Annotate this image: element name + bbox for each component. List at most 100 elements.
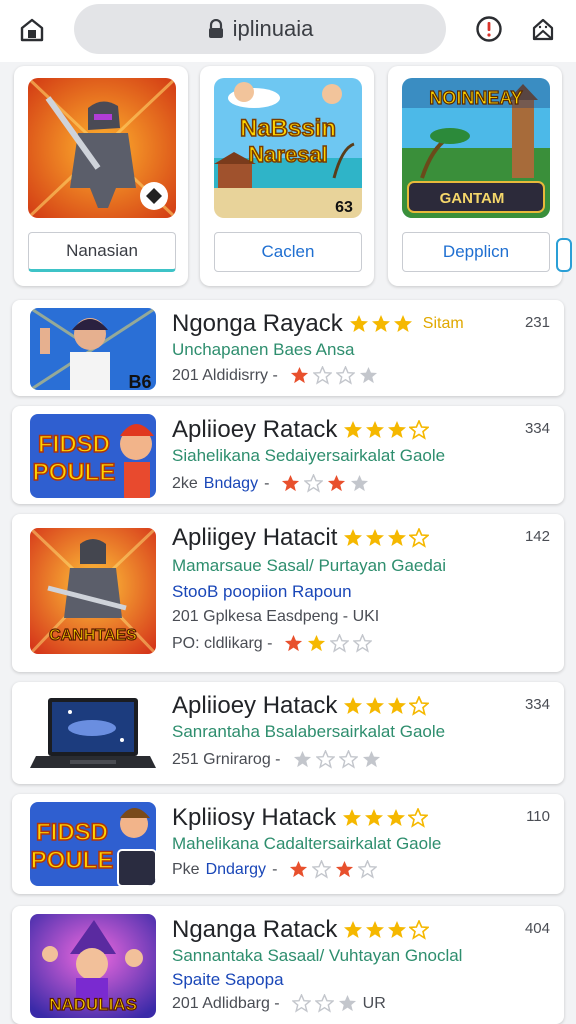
star-icon xyxy=(338,750,358,769)
list-meta-sep: - xyxy=(272,860,278,878)
list-count: 404 xyxy=(524,920,550,937)
star-icon xyxy=(330,634,350,653)
list-publisher-link[interactable]: Spaite Sapopa xyxy=(172,970,284,990)
list-subtitle: Siahelikana Sedaiyersairkalat Gaole xyxy=(172,446,446,465)
user-rating-stars[interactable] xyxy=(293,750,381,769)
star-icon xyxy=(409,420,430,440)
star-icon xyxy=(335,366,355,385)
address-bar[interactable]: iplinuaia xyxy=(74,4,446,54)
star-icon xyxy=(388,529,407,546)
featured-card-2[interactable]: NaBssin Naresal 63 Caclen xyxy=(200,66,374,286)
star-icon xyxy=(388,421,407,438)
rating-stars xyxy=(343,528,430,548)
list-meta-text: 2ke xyxy=(172,474,198,492)
list-title-line: Apliioey Hatack xyxy=(172,692,430,720)
url-text: iplinuaia xyxy=(232,16,314,41)
rating-stars xyxy=(349,314,413,334)
list-tag: Sitam xyxy=(422,315,464,332)
star-icon xyxy=(349,315,368,332)
home-icon[interactable] xyxy=(18,16,46,44)
star-icon xyxy=(344,529,363,546)
star-icon xyxy=(388,921,407,938)
list-subtitle: Mamarsaue Sasal/ Purtayan Gaedai xyxy=(172,556,447,575)
list-thumbnail-title: FIDSD xyxy=(36,819,108,846)
alert-icon[interactable] xyxy=(474,14,504,44)
list-count: 334 xyxy=(524,696,550,713)
rating-stars xyxy=(343,920,430,940)
list-thumbnail-title: FIDSD xyxy=(38,431,110,458)
list-title-line: Apliigey Hatacit xyxy=(172,524,430,552)
star-icon xyxy=(371,315,390,332)
star-icon xyxy=(312,860,332,879)
featured-card-3[interactable]: NOINNEAY GANTAM Depplicn xyxy=(388,66,562,286)
list-item[interactable]: Apliioey Hatack 334 Sanrantaha Bsalabers… xyxy=(12,682,564,784)
star-icon xyxy=(304,474,324,493)
list-meta: 201 Aldidisrry - xyxy=(172,366,378,385)
carousel-scroll-handle[interactable] xyxy=(556,238,572,272)
featured-art-banner-3: GANTAM xyxy=(440,190,505,207)
star-icon xyxy=(293,750,311,768)
featured-thumbnail-3: NOINNEAY GANTAM xyxy=(402,78,550,218)
star-icon xyxy=(393,315,412,332)
star-icon xyxy=(353,634,373,653)
user-rating-stars[interactable] xyxy=(291,994,357,1013)
list-count: 231 xyxy=(524,314,550,331)
user-rating-stars[interactable] xyxy=(284,634,373,653)
list-meta-text: 251 Grnirarog - xyxy=(172,750,281,768)
star-icon xyxy=(315,750,335,769)
list-publisher-link[interactable]: StooB poopiion Rapoun xyxy=(172,582,352,602)
list-title: Ngonga Rayack xyxy=(172,310,343,337)
star-icon xyxy=(409,528,430,548)
list-meta: 2ke Bndagy - xyxy=(172,474,369,493)
list-count: 110 xyxy=(526,808,550,825)
list-meta: 201 Adlidbarg - UR xyxy=(172,994,386,1013)
featured-button-3[interactable]: Depplicn xyxy=(402,232,550,272)
list-thumbnail-subtitle: POULE xyxy=(33,459,116,486)
list-count: 334 xyxy=(524,420,550,437)
featured-card-1[interactable]: Nanasian xyxy=(14,66,188,286)
featured-thumbnail-1 xyxy=(28,78,176,218)
star-icon xyxy=(282,474,300,492)
share-icon[interactable] xyxy=(528,14,558,44)
featured-button-2[interactable]: Caclen xyxy=(214,232,362,272)
list-thumbnail-title: CANHTAES xyxy=(49,627,137,644)
user-rating-stars[interactable] xyxy=(289,860,378,879)
featured-button-1[interactable]: Nanasian xyxy=(28,232,176,272)
browser-toolbar: iplinuaia xyxy=(0,0,576,62)
list-item[interactable]: FIDSD POULE Kpliiosy Hatack 110 Mahelika… xyxy=(12,794,564,894)
user-rating-stars[interactable] xyxy=(290,366,378,385)
list-meta-text: 201 Adlidbarg - xyxy=(172,994,280,1012)
star-icon xyxy=(359,366,377,384)
list-count: 142 xyxy=(524,528,550,545)
list-title: Apliioey Hatack xyxy=(172,692,338,719)
star-icon xyxy=(409,696,430,716)
user-rating-stars[interactable] xyxy=(281,474,369,493)
list-thumbnail: NADULIAS xyxy=(30,914,156,1018)
list-meta-link[interactable]: Bndagy xyxy=(204,475,258,493)
list-thumbnail: B6 xyxy=(30,308,156,390)
list-item[interactable]: FIDSD POULE Apliioey Ratack 334 Siahelik… xyxy=(12,406,564,504)
list-thumbnail xyxy=(30,692,156,776)
star-icon xyxy=(344,697,363,714)
star-icon xyxy=(387,809,406,826)
star-icon xyxy=(365,809,384,826)
featured-art-title-3: NOINNEAY xyxy=(429,88,522,108)
rating-stars xyxy=(343,696,430,716)
star-icon xyxy=(366,921,385,938)
list-subtitle: Unchapanen Baes Ansa xyxy=(172,340,355,359)
list-title-line: Kpliiosy Hatack xyxy=(172,804,429,832)
list-meta-link[interactable]: Dndargy xyxy=(206,861,266,879)
featured-thumbnail-2: NaBssin Naresal 63 xyxy=(214,78,362,218)
list-subtitle: Sannantaka Sasaal/ Vuhtayan Gnoclal xyxy=(172,946,463,965)
list-item[interactable]: NADULIAS Nganga Ratack 404 Sannantaka Sa… xyxy=(12,906,564,1024)
list-item[interactable]: B6 Ngonga Rayack Sitam 231 Unchapanen Ba… xyxy=(12,300,564,396)
featured-art-subtitle-2: Naresal xyxy=(248,142,328,167)
list-item[interactable]: CANHTAES Apliigey Hatacit 142 Mamarsaue … xyxy=(12,514,564,672)
list-title-line: Ngonga Rayack Sitam xyxy=(172,310,464,338)
star-icon xyxy=(312,366,332,385)
list-title: Apliigey Hatacit xyxy=(172,524,338,551)
rating-stars xyxy=(342,808,429,828)
list-meta: PO: cldlikarg - xyxy=(172,634,373,653)
featured-art-title-2: NaBssin xyxy=(240,115,336,142)
star-icon xyxy=(290,366,308,384)
